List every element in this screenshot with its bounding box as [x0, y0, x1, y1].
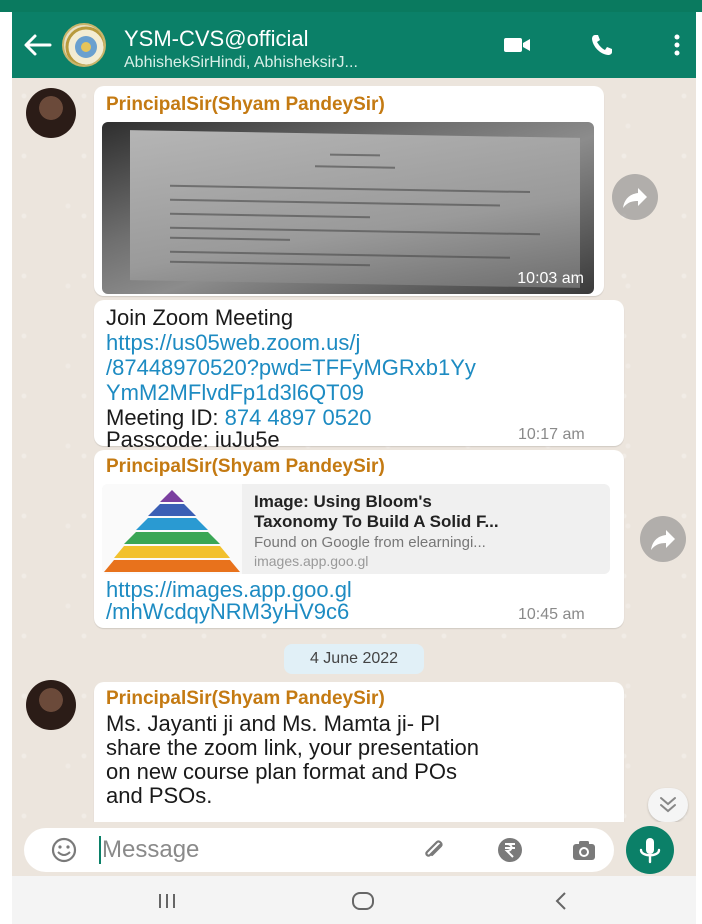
message-text: and PSOs. — [106, 783, 213, 808]
zoom-link[interactable]: https://us05web.zoom.us/j — [106, 331, 360, 355]
forward-button[interactable] — [612, 174, 658, 220]
sender-name[interactable]: PrincipalSir(Shyam PandeySir) — [106, 456, 385, 478]
chat-header: YSM-CVS@official AbhishekSirHindi, Abhis… — [12, 12, 696, 78]
link-message[interactable]: PrincipalSir(Shyam PandeySir) Image: Usi… — [94, 450, 624, 628]
chat-participants[interactable]: AbhishekSirHindi, AbhisheksirJ... — [124, 54, 358, 72]
preview-description: Found on Google from elearningi... — [254, 534, 486, 551]
system-nav-bar — [12, 876, 696, 924]
more-vert-icon[interactable] — [662, 32, 692, 58]
preview-domain: images.app.goo.gl — [254, 553, 369, 569]
group-logo-icon — [65, 26, 104, 65]
message-box[interactable] — [24, 828, 614, 872]
recent-apps-icon[interactable] — [154, 888, 180, 914]
video-call-icon[interactable] — [502, 32, 532, 58]
forward-icon — [651, 530, 675, 550]
message-time: 10:45 am — [518, 606, 585, 623]
message-text: Join Zoom Meeting — [106, 305, 294, 330]
paper-image — [130, 130, 580, 288]
forward-icon — [623, 188, 647, 208]
sender-avatar[interactable] — [26, 680, 76, 730]
sender-name[interactable]: PrincipalSir(Shyam PandeySir) — [106, 94, 385, 116]
home-icon[interactable] — [350, 888, 376, 914]
message-text: on new course plan format and POs — [106, 759, 457, 784]
mic-button[interactable] — [626, 826, 674, 874]
bloom-pyramid-thumbnail — [102, 484, 242, 574]
message-time: 10:03 am — [517, 270, 584, 287]
message-text: Passcode: iuJu5e — [106, 427, 280, 452]
emoji-icon[interactable] — [50, 836, 78, 864]
photo-message[interactable]: PrincipalSir(Shyam PandeySir) 10:03 am — [94, 86, 604, 296]
chevron-double-down-icon — [660, 797, 676, 813]
document-photo[interactable]: 10:03 am — [102, 122, 594, 294]
back-nav-icon[interactable] — [548, 888, 574, 914]
group-avatar[interactable] — [62, 23, 106, 67]
image-link[interactable]: /mhWcdqyNRM3yHV9c6 — [106, 601, 349, 623]
status-bar — [0, 0, 702, 12]
paperclip-icon[interactable] — [420, 836, 448, 864]
camera-icon[interactable] — [570, 836, 598, 864]
message-input[interactable] — [102, 833, 382, 867]
date-divider: 4 June 2022 — [284, 644, 424, 674]
rupee-icon[interactable] — [496, 836, 524, 864]
scroll-to-bottom-button[interactable] — [648, 788, 688, 822]
zoom-link[interactable]: /87448970520?pwd=TFFyMGRxb1Yy — [106, 356, 476, 380]
chat-area[interactable]: PrincipalSir(Shyam PandeySir) 10:03 am J… — [12, 78, 696, 822]
composer — [12, 822, 696, 876]
chat-title[interactable]: YSM-CVS@official — [124, 26, 309, 52]
back-arrow-icon[interactable] — [22, 32, 52, 58]
forward-button[interactable] — [640, 516, 686, 562]
text-caret — [99, 836, 101, 864]
preview-title: Image: Using Bloom's Taxonomy To Build A … — [254, 492, 499, 531]
link-preview[interactable]: Image: Using Bloom's Taxonomy To Build A … — [102, 484, 610, 574]
text-message[interactable]: PrincipalSir(Shyam PandeySir) Ms. Jayant… — [94, 682, 624, 822]
sender-avatar[interactable] — [26, 88, 76, 138]
zoom-message[interactable]: Join Zoom Meeting https://us05web.zoom.u… — [94, 300, 624, 451]
message-time: 10:17 am — [518, 426, 585, 443]
mic-icon — [639, 838, 661, 864]
zoom-link[interactable]: YmM2MFlvdFp1d3l6QT09 — [106, 381, 364, 405]
phone-icon[interactable] — [588, 32, 618, 58]
sender-name[interactable]: PrincipalSir(Shyam PandeySir) — [106, 688, 385, 710]
message-text: share the zoom link, your presentation — [106, 735, 479, 760]
message-text: Ms. Jayanti ji and Ms. Mamta ji- Pl — [106, 711, 440, 736]
